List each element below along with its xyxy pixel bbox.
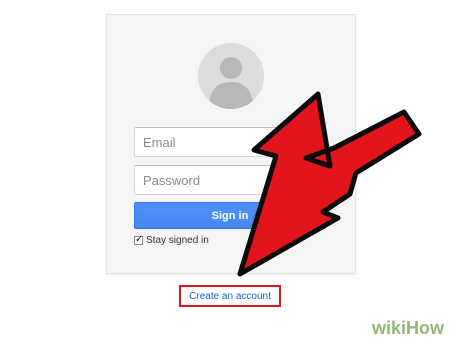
email-field[interactable]: [134, 127, 326, 157]
password-field[interactable]: [134, 165, 326, 195]
create-account-link[interactable]: Create an account: [189, 291, 271, 302]
avatar: [198, 43, 264, 109]
stay-signed-in-option[interactable]: ✓ Stay signed in: [134, 234, 209, 247]
stay-signed-in-checkbox[interactable]: ✓: [134, 234, 144, 245]
checkmark-icon: ✓: [135, 234, 144, 245]
stay-signed-in-label: Stay signed in: [146, 235, 209, 246]
wikihow-watermark: wikiHow wikiHow: [370, 313, 456, 341]
user-silhouette-icon: [209, 57, 253, 109]
create-account-highlight: Create an account: [179, 285, 281, 307]
wikihow-logo: wikiHow wikiHow: [370, 317, 447, 340]
svg-text:wikiHow: wikiHow: [371, 318, 445, 338]
sign-in-button[interactable]: Sign in: [134, 202, 326, 229]
